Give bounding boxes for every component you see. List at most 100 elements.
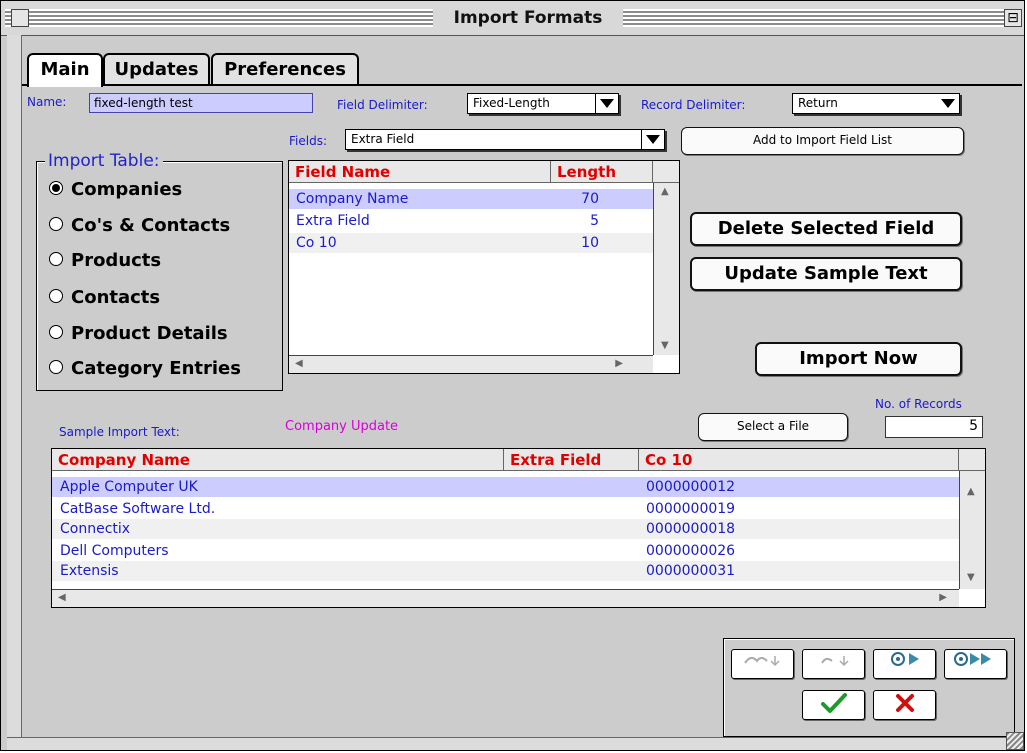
- scroll-left-icon[interactable]: ◀: [295, 357, 303, 371]
- table-row[interactable]: Dell Computers 0000000026: [52, 541, 959, 561]
- table-row[interactable]: Extensis 0000000031: [52, 561, 959, 581]
- table-row[interactable]: Extra Field 5: [289, 211, 653, 231]
- field-delimiter-label: Field Delimiter:: [337, 98, 428, 112]
- scroll-right-icon[interactable]: ▶: [939, 591, 947, 605]
- record-delimiter-label: Record Delimiter:: [641, 98, 746, 112]
- co-10-header[interactable]: Co 10: [639, 449, 959, 471]
- vertical-scrollbar[interactable]: ▲ ▼: [959, 471, 985, 589]
- redo-icon[interactable]: [802, 649, 865, 679]
- sample-records-table[interactable]: Company Name Extra Field Co 10 Apple Com…: [51, 448, 986, 608]
- radio-label: Product Details: [71, 323, 228, 344]
- last-record-icon[interactable]: [944, 649, 1007, 679]
- horizontal-scrollbar[interactable]: ◀ ▶: [289, 355, 653, 373]
- radio-contacts[interactable]: Contacts: [49, 286, 160, 310]
- import-table-title: Import Table:: [45, 151, 163, 171]
- co-10-cell: 0000000026: [646, 543, 736, 559]
- record-delimiter-value: Return: [798, 96, 838, 110]
- company-name-cell: Apple Computer UK: [60, 479, 198, 495]
- select-separator: [595, 94, 596, 113]
- company-name-cell: Connectix: [60, 521, 131, 537]
- chevron-down-icon: [646, 135, 660, 144]
- radio-products[interactable]: Products: [49, 249, 161, 273]
- x-icon: [895, 694, 914, 712]
- redo-glyph: [820, 656, 849, 667]
- length-cell: 5: [590, 213, 599, 229]
- title-bar[interactable]: Import Formats ⊟: [1, 1, 1024, 36]
- vertical-scrollbar[interactable]: ▲ ▼: [653, 183, 679, 355]
- sample-import-text-label: Sample Import Text:: [59, 425, 180, 439]
- fields-select[interactable]: Extra Field: [345, 129, 665, 150]
- field-name-cell: Extra Field: [296, 213, 370, 229]
- undo-glyph: [743, 656, 780, 667]
- table-row[interactable]: Company Name 70: [289, 189, 653, 209]
- co-10-cell: 0000000031: [646, 563, 736, 579]
- update-sample-text-button[interactable]: Update Sample Text: [690, 257, 962, 291]
- scroll-up-icon[interactable]: ▲: [661, 185, 669, 199]
- scroll-down-icon[interactable]: ▼: [661, 339, 669, 353]
- extra-field-header[interactable]: Extra Field: [504, 449, 639, 471]
- length-header[interactable]: Length: [551, 161, 653, 183]
- radio-icon: [49, 252, 63, 266]
- radio-label: Category Entries: [71, 358, 241, 379]
- name-field[interactable]: fixed-length test: [89, 93, 313, 113]
- undo-icon[interactable]: [731, 649, 794, 679]
- close-box-icon[interactable]: [11, 9, 29, 27]
- radio-label: Companies: [71, 179, 183, 200]
- field-delimiter-select[interactable]: Fixed-Length: [467, 93, 619, 114]
- field-delimiter-value: Fixed-Length: [473, 96, 550, 110]
- radio-cos-contacts[interactable]: Co's & Contacts: [49, 214, 230, 238]
- tab-main[interactable]: Main: [27, 53, 103, 87]
- scroll-down-icon[interactable]: ▼: [967, 571, 975, 585]
- table-row[interactable]: Connectix 0000000018: [52, 519, 959, 539]
- radio-product-details[interactable]: Product Details: [49, 322, 228, 346]
- next-record-glyph: [890, 652, 919, 666]
- header-corner: [653, 161, 679, 183]
- window-title: Import Formats: [433, 7, 623, 29]
- record-delimiter-select[interactable]: Return: [792, 93, 960, 114]
- co-10-cell: 0000000012: [646, 479, 736, 495]
- radio-icon: [49, 325, 63, 339]
- horizontal-scrollbar[interactable]: ◀ ▶: [52, 589, 959, 607]
- scroll-right-icon[interactable]: ▶: [615, 357, 623, 371]
- name-label: Name:: [27, 95, 67, 109]
- field-list[interactable]: Field Name Length Company Name 70 Extra …: [288, 160, 680, 374]
- radio-label: Contacts: [71, 287, 161, 308]
- scroll-up-icon[interactable]: ▲: [967, 485, 975, 499]
- zoom-box-icon[interactable]: ⊟: [1004, 9, 1022, 27]
- import-now-button[interactable]: Import Now: [755, 342, 962, 376]
- length-cell: 10: [581, 235, 599, 251]
- company-name-cell: CatBase Software Ltd.: [60, 501, 216, 517]
- checkmark-icon: [820, 693, 847, 713]
- window-frame-bottom: [7, 737, 1024, 750]
- grow-box-icon[interactable]: [1006, 732, 1024, 750]
- radio-label: Products: [71, 250, 162, 271]
- select-separator: [641, 130, 642, 149]
- no-of-records-field[interactable]: 5: [885, 416, 983, 438]
- co-10-cell: 0000000018: [646, 521, 736, 537]
- add-to-import-field-list-button[interactable]: Add to Import Field List: [681, 127, 964, 155]
- radio-icon: [49, 289, 63, 303]
- table-row[interactable]: Apple Computer UK 0000000012: [52, 477, 959, 497]
- import-formats-window: Import Formats ⊟ Main Updates Preference…: [0, 0, 1025, 751]
- sample-mode-label: Company Update: [285, 419, 399, 434]
- field-name-cell: Co 10: [296, 235, 337, 251]
- window-frame-left: [7, 35, 22, 739]
- fields-value: Extra Field: [351, 132, 415, 146]
- tab-updates[interactable]: Updates: [103, 53, 210, 85]
- company-name-header[interactable]: Company Name: [52, 449, 504, 471]
- delete-selected-field-button[interactable]: Delete Selected Field: [690, 212, 962, 246]
- chevron-down-icon: [600, 99, 614, 108]
- tab-preferences[interactable]: Preferences: [211, 53, 359, 85]
- table-row[interactable]: CatBase Software Ltd. 0000000019: [52, 499, 959, 519]
- cancel-button[interactable]: [873, 690, 936, 720]
- table-row[interactable]: Co 10 10: [289, 233, 653, 253]
- radio-category-entries[interactable]: Category Entries: [49, 357, 241, 381]
- radio-icon: [49, 217, 63, 231]
- select-a-file-button[interactable]: Select a File: [698, 413, 848, 441]
- scroll-left-icon[interactable]: ◀: [58, 591, 66, 605]
- fields-label: Fields:: [289, 134, 327, 148]
- radio-companies[interactable]: Companies: [49, 178, 182, 202]
- next-record-icon[interactable]: [873, 649, 936, 679]
- field-name-header[interactable]: Field Name: [289, 161, 551, 183]
- ok-button[interactable]: [802, 690, 865, 720]
